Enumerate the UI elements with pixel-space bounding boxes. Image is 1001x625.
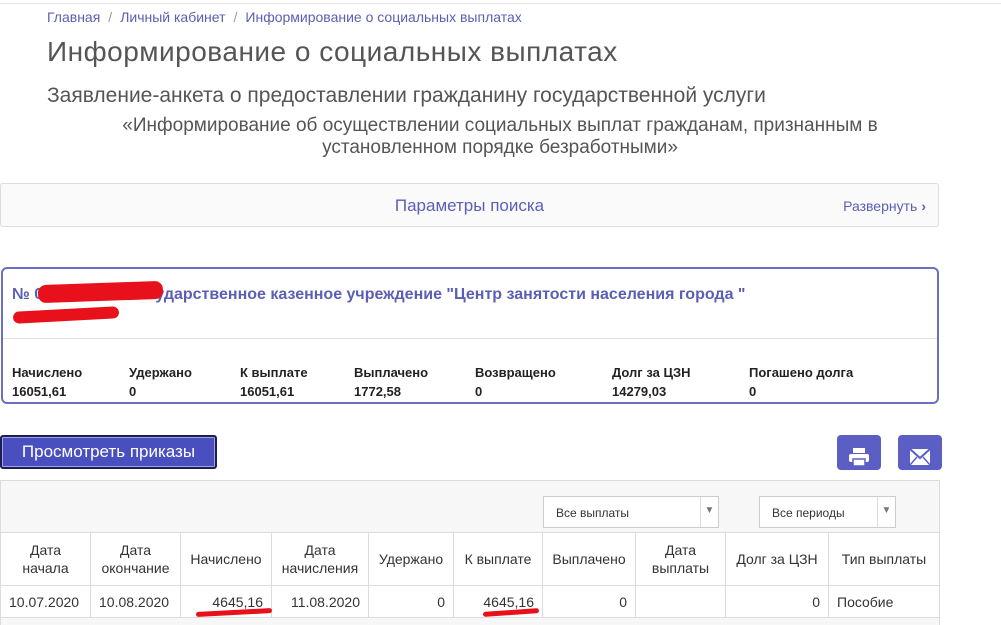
payments-table: Дата начала Дата окончание Начислено Дат…	[0, 532, 940, 618]
period-select[interactable]: Все периоды ▼	[759, 496, 896, 528]
payment-record-card: № 09.04.2020 - Государственное казенное …	[1, 267, 939, 404]
service-name: «Информирование об осуществлении социаль…	[122, 115, 878, 158]
stat-label: Начислено	[12, 365, 83, 380]
search-params-panel[interactable]: Параметры поиска Развернуть ›	[0, 183, 939, 227]
stat-label: Выплачено	[354, 365, 429, 380]
breadcrumb: Главная / Личный кабинет / Информирование о …	[47, 9, 522, 25]
chevron-down-icon: ▼	[877, 497, 895, 527]
payment-type-select[interactable]: Все выплаты ▼	[543, 496, 719, 528]
cell-payment-type: Пособие	[828, 585, 940, 618]
column-header[interactable]: Выплачено	[542, 532, 636, 586]
stat-to-pay: К выплате 16051,61	[240, 363, 308, 401]
column-header[interactable]: Дата начисления	[271, 532, 369, 586]
search-params-title: Параметры поиска	[394, 196, 545, 215]
breadcrumb-current[interactable]: Информирование о социальных выплатах	[245, 9, 521, 25]
stat-value: 16051,61	[240, 384, 295, 399]
stat-value: 0	[129, 384, 137, 399]
column-header[interactable]: Долг за ЦЗН	[725, 532, 829, 586]
stat-paid: Выплачено 1772,58	[354, 363, 428, 401]
stat-value: 0	[749, 384, 757, 399]
column-header[interactable]: Дата окончание	[90, 532, 181, 586]
cell-payment-date	[635, 585, 726, 618]
column-header[interactable]: К выплате	[453, 532, 543, 586]
column-header[interactable]: Удержано	[368, 532, 454, 586]
stat-returned: Возвращено 0	[475, 363, 556, 401]
expand-label: Развернуть	[843, 198, 918, 214]
stat-label: К выплате	[240, 365, 308, 380]
cell-end-date: 10.08.2020	[90, 585, 181, 618]
page-subtitle: Заявление-анкета о предоставлении гражда…	[47, 84, 766, 107]
breadcrumb-cabinet[interactable]: Личный кабинет	[120, 9, 225, 25]
breadcrumb-separator: /	[233, 9, 238, 25]
cell-withheld: 0	[368, 585, 454, 618]
cell-paid: 0	[542, 585, 636, 618]
chevron-down-icon: ▼	[700, 497, 718, 527]
record-header: № 09.04.2020 - Государственное казенное …	[3, 269, 937, 339]
column-header[interactable]: Дата начала	[0, 532, 91, 586]
column-header[interactable]: Начислено	[180, 532, 272, 586]
stat-withheld: Удержано 0	[129, 363, 192, 401]
email-button[interactable]	[898, 435, 942, 470]
column-header[interactable]: Тип выплаты	[828, 532, 940, 586]
view-orders-button[interactable]: Просмотреть приказы	[0, 435, 217, 469]
breadcrumb-home[interactable]: Главная	[47, 9, 100, 25]
stat-accrued: Начислено 16051,61	[12, 363, 82, 401]
table-header-row: Дата начала Дата окончание Начислено Дат…	[0, 532, 940, 586]
stat-label: Долг за ЦЗН	[612, 365, 691, 380]
stat-label: Погашено долга	[749, 365, 854, 380]
stat-value: 16051,61	[12, 384, 67, 399]
period-value: Все периоды	[772, 506, 845, 520]
stat-debt-repaid: Погашено долга 0	[749, 363, 853, 401]
cell-start-date: 10.07.2020	[0, 585, 91, 618]
payment-type-value: Все выплаты	[556, 506, 630, 520]
stat-label: Возвращено	[475, 365, 556, 380]
redaction-mark	[12, 306, 120, 324]
top-divider	[0, 3, 1001, 4]
table-row[interactable]: 10.07.2020 10.08.2020 4645,16 11.08.2020…	[0, 585, 940, 618]
chevron-right-icon: ›	[921, 198, 926, 214]
expand-link[interactable]: Развернуть ›	[843, 198, 926, 214]
print-button[interactable]	[837, 435, 881, 470]
page-title: Информирование о социальных выплатах	[47, 36, 618, 67]
envelope-icon	[909, 447, 931, 465]
breadcrumb-separator: /	[108, 9, 113, 25]
stat-value: 0	[475, 384, 483, 399]
column-header[interactable]: Дата выплаты	[635, 532, 726, 586]
print-icon	[849, 447, 869, 467]
stat-debt: Долг за ЦЗН 14279,03	[612, 363, 690, 401]
stat-value: 14279,03	[612, 384, 667, 399]
cell-accrual-date: 11.08.2020	[271, 585, 369, 618]
stat-value: 1772,58	[354, 384, 401, 399]
cell-debt: 0	[725, 585, 829, 618]
stat-label: Удержано	[129, 365, 192, 380]
